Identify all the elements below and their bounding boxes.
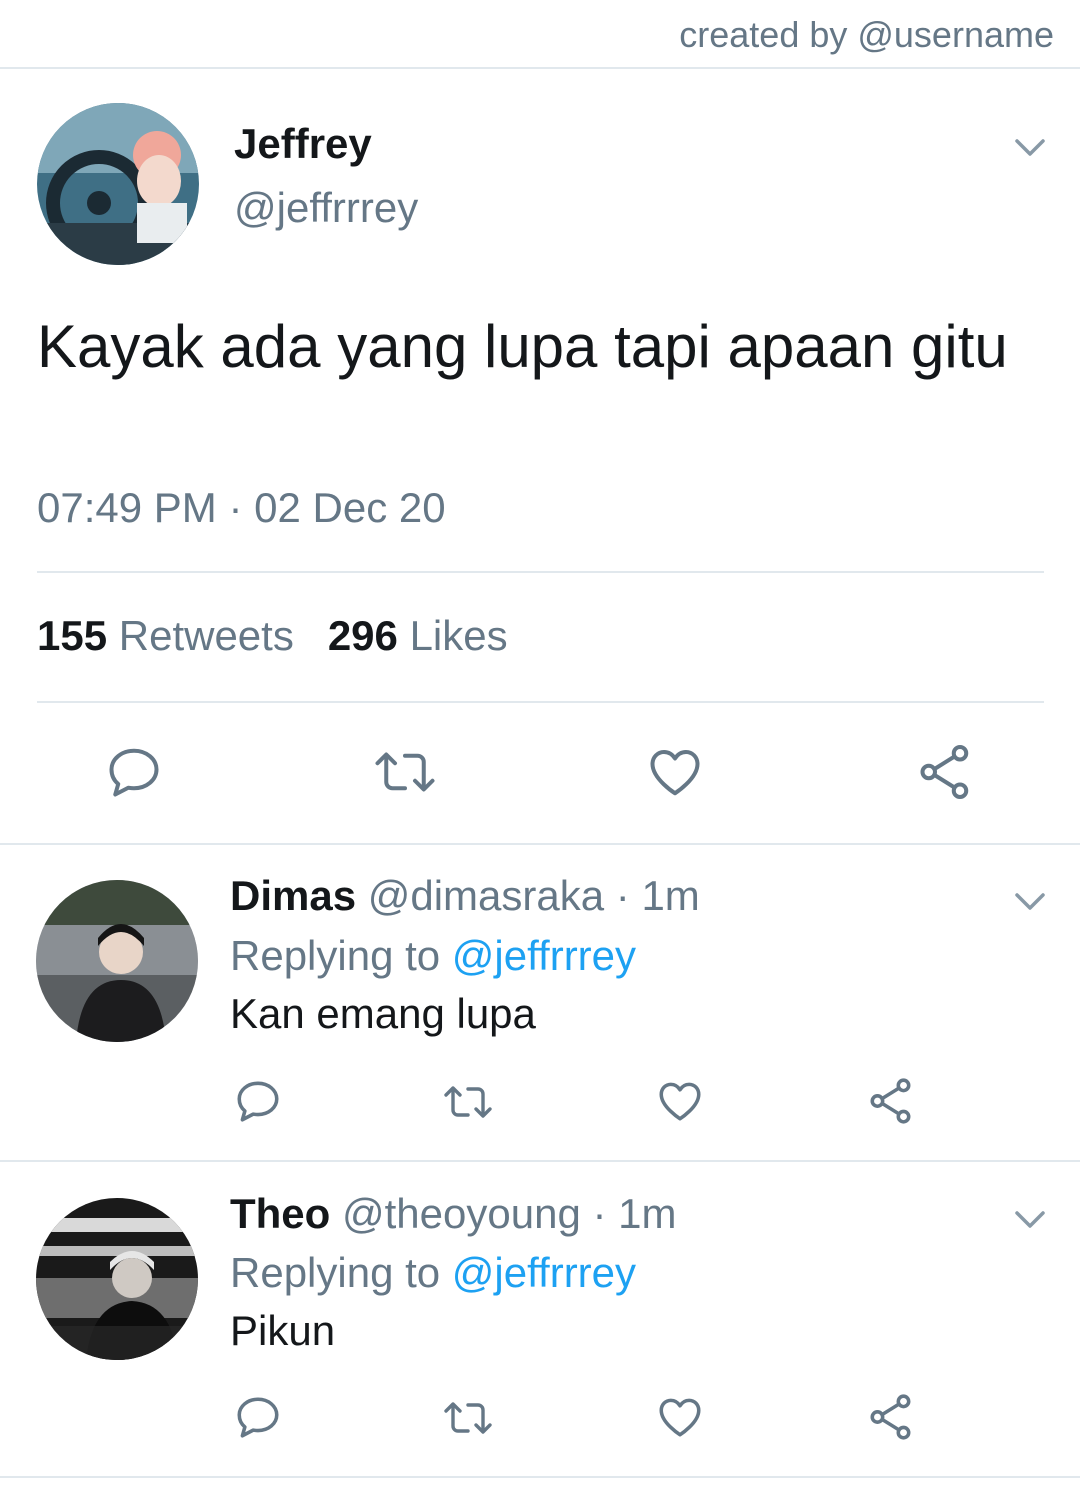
reply-author-handle[interactable]: @dimasraka — [368, 872, 604, 919]
retweets-stat[interactable]: 155 Retweets — [37, 612, 294, 659]
reply-dot: · — [615, 872, 630, 919]
tweet-detail-screen: created by @username Jeffrey @jeffrrrey … — [0, 0, 1080, 1497]
credit-label: created by @username — [679, 14, 1054, 55]
replying-to: Replying to @jeffrrrey — [230, 932, 636, 980]
divider — [37, 701, 1044, 703]
retweet-icon[interactable] — [440, 1078, 496, 1126]
retweets-label: Retweets — [118, 612, 294, 659]
retweet-icon[interactable] — [372, 742, 438, 802]
reply-time: 1m — [641, 872, 700, 919]
likes-stat[interactable]: 296 Likes — [328, 612, 508, 659]
heart-icon[interactable] — [644, 742, 706, 802]
replying-to: Replying to @jeffrrrey — [230, 1249, 636, 1297]
chevron-down-icon[interactable] — [1014, 1210, 1046, 1230]
reply-author-name[interactable]: Dimas — [230, 872, 356, 919]
replying-mention-link[interactable]: @jeffrrrey — [452, 932, 636, 979]
reply-time: 1m — [618, 1190, 677, 1237]
chevron-down-icon[interactable] — [1014, 892, 1046, 912]
avatar-jeffrey[interactable] — [37, 103, 199, 265]
author-name[interactable]: Jeffrey — [234, 120, 372, 168]
reply-author-handle[interactable]: @theoyoung — [342, 1190, 581, 1237]
reply-icon[interactable] — [104, 742, 164, 802]
chevron-down-icon[interactable] — [1014, 138, 1046, 158]
tweet-stats: 155 Retweets 296 Likes — [37, 612, 508, 660]
likes-count: 296 — [327, 612, 398, 659]
retweets-count: 155 — [37, 612, 108, 659]
replying-label: Replying to — [230, 932, 441, 979]
timestamp-separator: · — [228, 484, 243, 531]
heart-icon[interactable] — [655, 1076, 705, 1126]
reply-header: Dimas @dimasraka · 1m — [230, 872, 700, 920]
heart-icon[interactable] — [655, 1392, 705, 1442]
reply-text: Pikun — [230, 1307, 336, 1354]
tweet-date: 02 Dec 20 — [254, 484, 446, 531]
divider — [0, 1476, 1080, 1478]
share-icon[interactable] — [866, 1076, 916, 1126]
reply-text: Kan emang lupa — [230, 990, 536, 1037]
share-icon[interactable] — [914, 742, 976, 802]
divider — [0, 843, 1080, 845]
avatar-dimas[interactable] — [36, 880, 198, 1042]
reply-icon[interactable] — [233, 1076, 283, 1126]
tweet-timestamp: 07:49 PM · 02 Dec 20 — [37, 484, 446, 532]
reply-dot: · — [592, 1190, 607, 1237]
retweet-icon[interactable] — [440, 1394, 496, 1442]
avatar-theo[interactable] — [36, 1198, 198, 1360]
author-handle[interactable]: @jeffrrrey — [234, 184, 418, 232]
share-icon[interactable] — [866, 1392, 916, 1442]
replying-label: Replying to — [230, 1249, 441, 1296]
reply-author-name[interactable]: Theo — [230, 1190, 330, 1237]
divider — [0, 67, 1080, 69]
reply-header: Theo @theoyoung · 1m — [230, 1190, 677, 1238]
divider — [0, 1160, 1080, 1162]
replying-mention-link[interactable]: @jeffrrrey — [452, 1249, 636, 1296]
tweet-time: 07:49 PM — [37, 484, 217, 531]
reply-icon[interactable] — [233, 1392, 283, 1442]
tweet-text: Kayak ada yang lupa tapi apaan gitu — [37, 313, 1008, 380]
divider — [37, 571, 1044, 573]
likes-label: Likes — [409, 612, 508, 659]
